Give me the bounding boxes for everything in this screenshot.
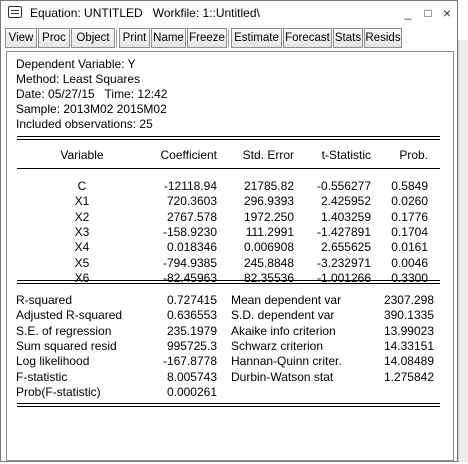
- t-statistic-cell: -1.427891: [316, 224, 371, 239]
- column-header-t-statistic: t-Statistic: [321, 148, 371, 162]
- std-error-cell: 0.006908: [243, 240, 294, 255]
- stat-value: 235.1979: [166, 323, 217, 338]
- output-panel: Dependent Variable: Y Method: Least Squa…: [6, 51, 454, 461]
- toolbar-separator: [116, 29, 118, 47]
- stat-value: 995725.3: [166, 338, 217, 353]
- stat-label: Adjusted R-squared: [16, 308, 123, 323]
- variable-cell: X2: [74, 209, 90, 224]
- coefficient-cell: -158.9230: [162, 224, 217, 239]
- maximize-button[interactable]: □: [420, 4, 436, 22]
- stat-value: 390.1335: [383, 308, 434, 323]
- variable-cell: C: [77, 179, 87, 193]
- stat-value: 13.99023: [383, 323, 434, 338]
- title-bar[interactable]: Equation: UNTITLED Workfile: 1::Untitled…: [1, 1, 457, 27]
- stat-label: Sum squared resid: [16, 338, 117, 353]
- table-top-rule: [17, 136, 440, 137]
- window-title: Equation: UNTITLED Workfile: 1::Untitled…: [30, 6, 260, 20]
- t-statistic-cell: 2.425952: [320, 194, 371, 209]
- prob-cell: 0.5849: [391, 179, 428, 193]
- variable-cell: X4: [74, 240, 90, 255]
- stat-label: Prob(F-statistic): [16, 384, 101, 399]
- stat-label: Akaike info criterion: [231, 323, 336, 338]
- resids-button[interactable]: Resids: [364, 28, 402, 48]
- object-button[interactable]: Object: [71, 28, 115, 48]
- prob-cell: 0.1704: [391, 224, 428, 239]
- vertical-scrollbar[interactable]: [458, 40, 468, 462]
- stat-value: 14.08489: [383, 354, 434, 369]
- table-top-rule: [17, 139, 440, 140]
- coefficient-cell: 720.3603: [166, 194, 217, 209]
- stat-value: 0.727415: [166, 293, 217, 307]
- prob-cell: 0.0161: [391, 240, 428, 255]
- header-rule: [17, 168, 440, 169]
- std-error-cell: 21785.82: [243, 179, 294, 193]
- stat-label: F-statistic: [16, 369, 68, 384]
- stats-button[interactable]: Stats: [333, 28, 363, 48]
- stat-label: R-squared: [16, 293, 73, 307]
- toolbar-separator: [228, 29, 230, 47]
- stat-value: -167.8778: [162, 354, 217, 369]
- prob-cell: 0.0260: [391, 194, 428, 209]
- stat-value: 0.000261: [166, 384, 217, 399]
- stats-top-rule: [17, 283, 440, 284]
- forecast-button[interactable]: Forecast: [283, 28, 332, 48]
- freeze-button[interactable]: Freeze: [187, 28, 227, 48]
- coefficient-cell: 0.018346: [166, 240, 217, 255]
- column-header-variable: Variable: [60, 148, 104, 162]
- stats-top-rule: [17, 280, 440, 281]
- date-line: Date: 05/27/15 Time: 12:42: [16, 87, 168, 101]
- name-button[interactable]: Name: [151, 28, 186, 48]
- std-error-cell: 111.2991: [245, 224, 294, 239]
- window-menu-icon[interactable]: [8, 6, 22, 18]
- coefficient-cell: 2767.578: [166, 209, 217, 224]
- stat-label: Schwarz criterion: [231, 338, 324, 353]
- std-error-cell: 296.9393: [243, 194, 294, 209]
- sample-line: Sample: 2013M02 2015M02: [16, 102, 167, 116]
- stat-value: 0.636553: [166, 308, 217, 323]
- column-header-std-error: Std. Error: [242, 148, 294, 162]
- stat-value: 8.005743: [166, 369, 217, 384]
- std-error-cell: 1972.250: [243, 209, 294, 224]
- t-statistic-cell: 1.403259: [320, 209, 371, 224]
- minimize-button[interactable]: _: [400, 4, 416, 22]
- t-statistic-cell: 2.655625: [320, 240, 371, 255]
- prob-cell: 0.1776: [391, 209, 428, 224]
- stat-label: Log likelihood: [16, 354, 90, 369]
- proc-button[interactable]: Proc: [38, 28, 70, 48]
- coefficient-cell: -794.9385: [162, 255, 217, 270]
- method-line: Method: Least Squares: [16, 72, 141, 86]
- variable-cell: X3: [74, 224, 90, 239]
- close-button[interactable]: ×: [439, 4, 455, 22]
- dependent-variable: Dependent Variable: Y: [16, 57, 136, 71]
- table-bottom-rule: [17, 403, 440, 404]
- stat-value: 14.33151: [383, 338, 434, 353]
- estimate-button[interactable]: Estimate: [231, 28, 282, 48]
- column-header-prob: Prob.: [399, 148, 428, 162]
- column-header-coefficient: Coefficient: [160, 148, 217, 162]
- view-button[interactable]: View: [5, 28, 37, 48]
- stat-label: S.D. dependent var: [231, 308, 335, 323]
- stat-value: 1.275842: [383, 369, 434, 384]
- print-button[interactable]: Print: [119, 28, 150, 48]
- coefficient-cell: -12118.94: [163, 179, 217, 193]
- table-bottom-rule: [17, 406, 440, 407]
- stat-value: 2307.298: [383, 293, 434, 307]
- stat-label: S.E. of regression: [16, 323, 112, 338]
- stat-label: Hannan-Quinn criter.: [231, 354, 342, 369]
- t-statistic-cell: -0.556277: [316, 179, 371, 193]
- prob-cell: 0.0046: [391, 255, 428, 270]
- equation-window: Equation: UNTITLED Workfile: 1::Untitled…: [0, 0, 458, 462]
- std-error-cell: 245.8848: [243, 255, 294, 270]
- t-statistic-cell: -3.232971: [316, 255, 371, 270]
- stat-label: Durbin-Watson stat: [231, 369, 334, 384]
- variable-cell: X5: [74, 255, 90, 270]
- variable-cell: X1: [74, 194, 90, 209]
- observations-line: Included observations: 25: [16, 117, 153, 131]
- stat-label: Mean dependent var: [231, 293, 342, 307]
